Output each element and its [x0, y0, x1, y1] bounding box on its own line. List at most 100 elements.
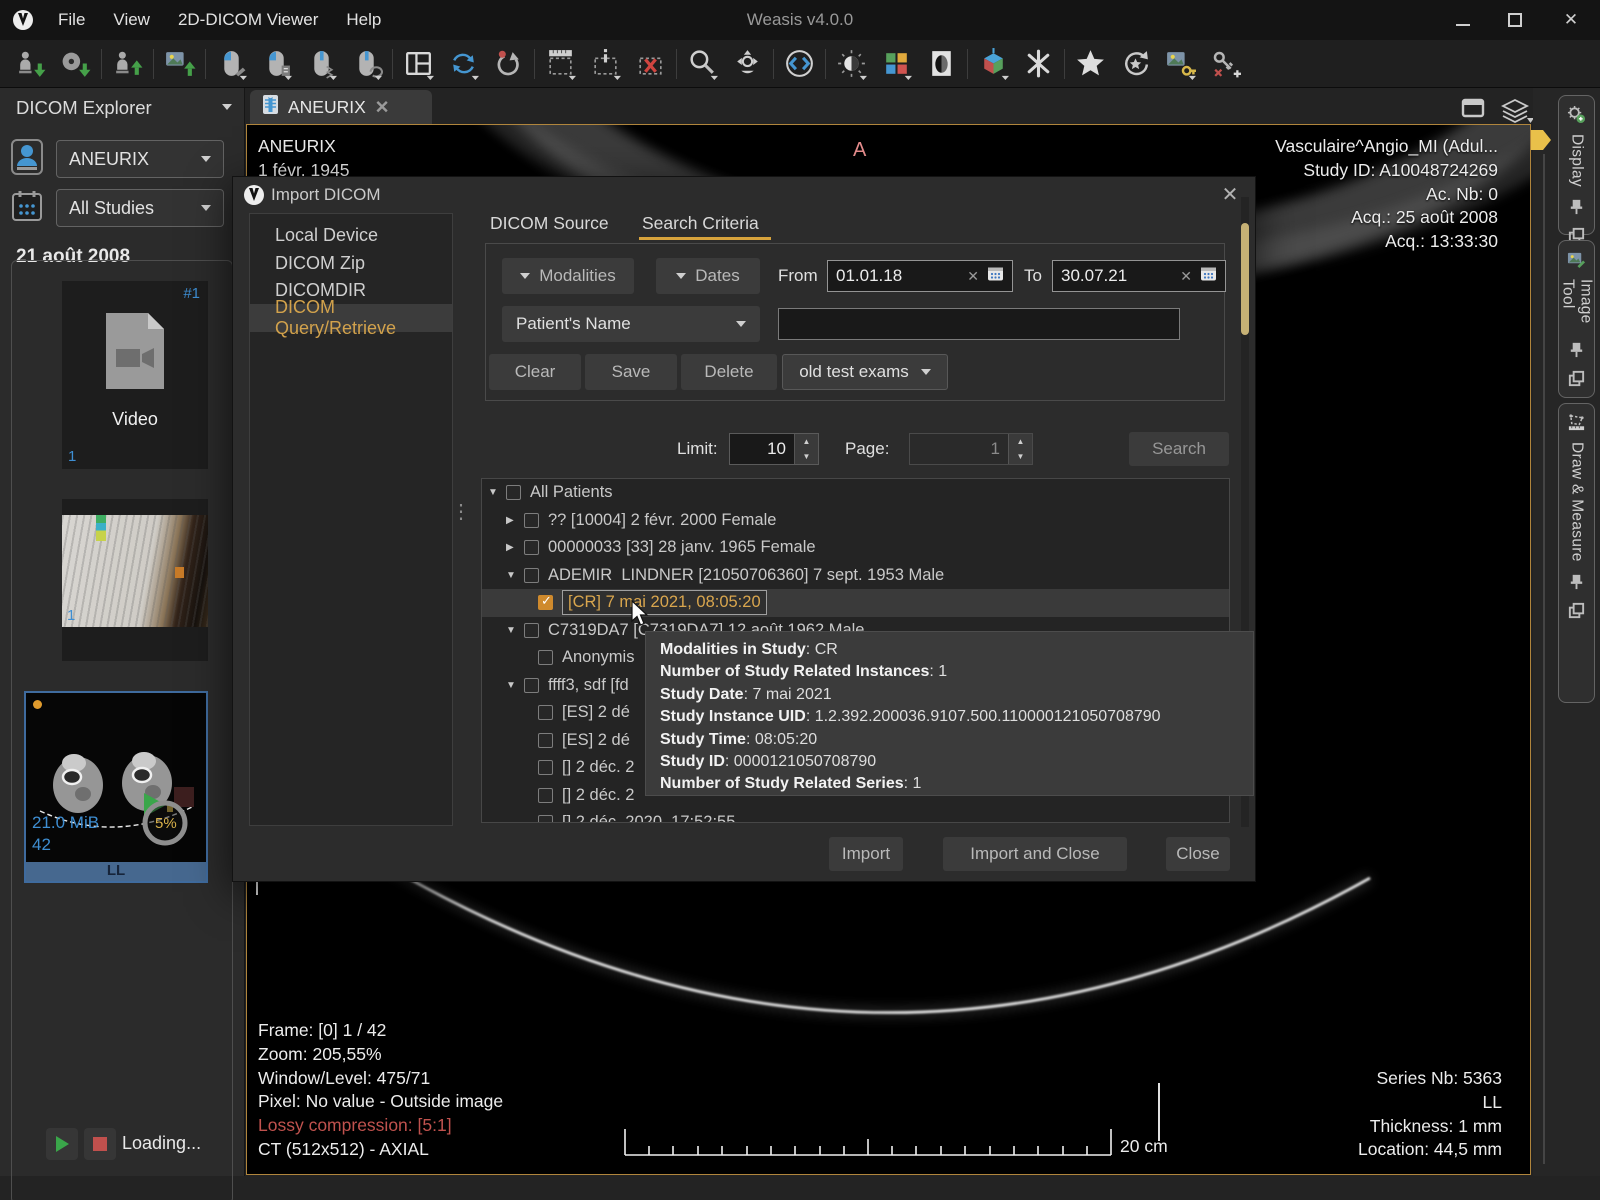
source-item-dicom-zip[interactable]: DICOM Zip [250, 249, 452, 276]
import-and-close-button[interactable]: Import and Close [943, 837, 1127, 871]
collapse-icon[interactable]: ▼ [506, 570, 524, 581]
row-checkbox[interactable] [538, 788, 553, 803]
splitter-handle[interactable]: ⋮ [451, 499, 471, 524]
collapse-icon[interactable]: ▼ [488, 487, 506, 498]
source-item-dicom-query-retrieve[interactable]: DICOM Query/Retrieve [250, 304, 452, 331]
maximize-button[interactable] [1508, 13, 1522, 27]
expand-icon[interactable]: ▶ [506, 542, 524, 553]
modalities-filter-button[interactable]: Modalities [502, 258, 634, 294]
row-checkbox[interactable] [538, 760, 553, 775]
invert-lut-icon[interactable] [919, 43, 964, 85]
tab-image-tool[interactable]: Image Tool [1558, 240, 1595, 398]
tab-display[interactable]: Display [1558, 95, 1595, 235]
row-checkbox[interactable] [538, 815, 553, 823]
menu-help[interactable]: Help [332, 0, 395, 40]
restore-layout-icon[interactable] [1461, 98, 1485, 123]
clear-button[interactable]: Clear [489, 354, 581, 390]
calendar-small-icon[interactable] [987, 265, 1004, 287]
export-image-icon[interactable] [157, 43, 202, 85]
source-item-local-device[interactable]: Local Device [250, 222, 452, 249]
saved-search-select[interactable]: old test exams [782, 354, 948, 390]
lut-icon[interactable] [874, 43, 919, 85]
import-button[interactable]: Import [829, 837, 903, 871]
date-from-input[interactable]: 01.01.18 ✕ [827, 260, 1013, 292]
series-thumbnail-video[interactable]: #1 Video 1 [62, 281, 208, 469]
mouse-left-context-icon[interactable] [254, 43, 299, 85]
zoom-icon[interactable] [680, 43, 725, 85]
play-button[interactable] [46, 1128, 78, 1160]
stop-button[interactable] [84, 1128, 116, 1160]
pan-icon[interactable] [725, 43, 770, 85]
menu-file[interactable]: File [44, 0, 99, 40]
row-checkbox[interactable] [524, 623, 539, 638]
scroll-marker-icon[interactable] [1529, 128, 1553, 157]
search-key-select[interactable]: Patient's Name [502, 306, 760, 342]
import-cd-icon[interactable] [53, 43, 98, 85]
row-checkbox[interactable] [538, 733, 553, 748]
pin-icon[interactable] [1567, 197, 1586, 216]
synch-icon[interactable] [441, 43, 486, 85]
reset-icon[interactable] [486, 43, 531, 85]
import-dicom-icon[interactable] [8, 43, 53, 85]
layout-icon[interactable] [396, 43, 441, 85]
mouse-middle-series-icon[interactable] [299, 43, 344, 85]
date-to-input[interactable]: 30.07.21 ✕ [1052, 260, 1226, 292]
detach-icon[interactable] [1567, 601, 1586, 620]
tab-aneurix[interactable]: ANEURIX ✕ [250, 90, 432, 124]
row-checkbox[interactable] [506, 485, 521, 500]
row-checkbox[interactable] [538, 650, 553, 665]
series-thumbnail-ct[interactable]: 5% 21.0 MiB 42 LL [24, 691, 208, 883]
minimize-button[interactable] [1456, 14, 1470, 26]
row-checkbox[interactable] [538, 595, 553, 610]
collapse-icon[interactable]: ▼ [506, 625, 524, 636]
pin-icon[interactable] [1567, 572, 1586, 591]
pin-icon[interactable] [1567, 340, 1586, 359]
tab-close-icon[interactable]: ✕ [375, 97, 390, 118]
key-image-icon[interactable] [1158, 43, 1203, 85]
tree-row[interactable]: [CR] 7 mai 2021, 08:05:20 [482, 589, 1229, 617]
patient-select[interactable]: ANEURIX [56, 140, 224, 178]
menu-view[interactable]: View [99, 0, 164, 40]
row-checkbox[interactable] [524, 678, 539, 693]
annotation-selection-icon[interactable] [583, 43, 628, 85]
tree-row[interactable]: [] 2 déc. 2020, 17:52:55 [482, 809, 1229, 823]
dialog-close-icon[interactable]: ✕ [1217, 181, 1243, 207]
expand-icon[interactable]: ▶ [506, 515, 524, 526]
window-level-icon[interactable] [829, 43, 874, 85]
dates-filter-button[interactable]: Dates [656, 258, 760, 294]
tree-row[interactable]: ▶?? [10004] 2 févr. 2000 Female [482, 507, 1229, 535]
measure-selection-icon[interactable] [538, 43, 583, 85]
calendar-small-icon[interactable] [1200, 265, 1217, 287]
clear-x-icon[interactable]: ✕ [967, 268, 979, 285]
series-thumbnail-photo[interactable]: 1 [62, 499, 208, 661]
mouse-wheel-rotate-icon[interactable] [344, 43, 389, 85]
key-new-icon[interactable] [1203, 43, 1248, 85]
search-button[interactable]: Search [1129, 432, 1229, 466]
close-window-button[interactable]: ✕ [1560, 9, 1582, 31]
menu-2d-dicom-viewer[interactable]: 2D-DICOM Viewer [164, 0, 332, 40]
tree-row[interactable]: ▼All Patients [482, 479, 1229, 507]
dialog-scrollbar-thumb[interactable] [1241, 223, 1249, 335]
tab-draw-measure[interactable]: Draw & Measure [1558, 403, 1595, 703]
limit-spinner[interactable]: 10 ▲▼ [729, 433, 819, 465]
crosshair-sync-icon[interactable] [777, 43, 822, 85]
volume-3d-icon[interactable] [971, 43, 1016, 85]
tree-row[interactable]: ▶00000033 [33] 28 janv. 1965 Female [482, 534, 1229, 562]
mouse-left-measure-icon[interactable] [209, 43, 254, 85]
clear-x-icon[interactable]: ✕ [1180, 268, 1192, 285]
tree-row[interactable]: ▼ADEMIR LINDNER [21050706360] 7 sept. 19… [482, 562, 1229, 590]
search-value-input[interactable] [778, 308, 1180, 340]
row-checkbox[interactable] [538, 705, 553, 720]
delete-button[interactable]: Delete [681, 354, 777, 390]
explorer-collapse-icon[interactable] [222, 104, 232, 110]
viewer-scrollbar[interactable] [1543, 154, 1545, 1164]
tab-dicom-source[interactable]: DICOM Source [490, 207, 609, 239]
export-dicom-icon[interactable] [105, 43, 150, 85]
detach-icon[interactable] [1567, 369, 1586, 388]
reset-star-icon[interactable] [1113, 43, 1158, 85]
page-spinner[interactable]: 1 ▲▼ [909, 433, 1033, 465]
delete-selection-icon[interactable] [628, 43, 673, 85]
collapse-icon[interactable]: ▼ [506, 680, 524, 691]
star-icon[interactable] [1068, 43, 1113, 85]
tab-search-criteria[interactable]: Search Criteria [642, 207, 759, 239]
